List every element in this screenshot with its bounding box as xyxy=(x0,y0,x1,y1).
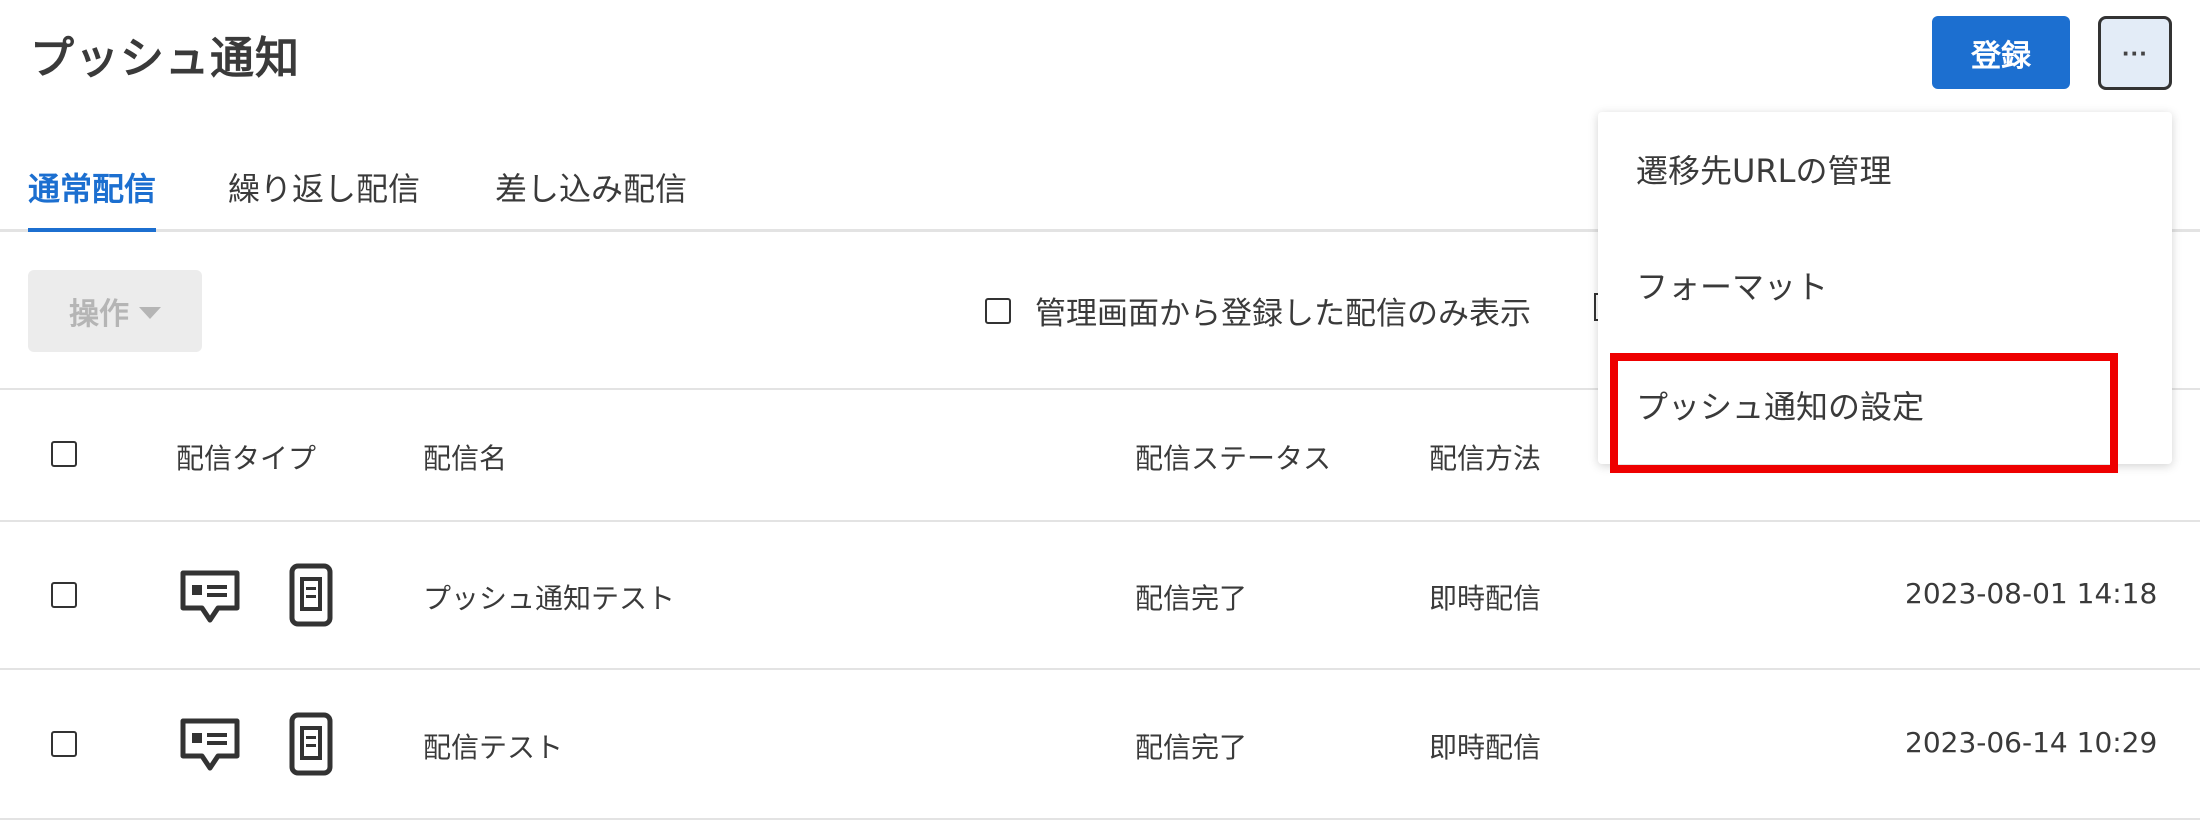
row-checkbox[interactable] xyxy=(51,731,77,757)
divider xyxy=(0,818,2200,820)
more-menu-button[interactable]: ··· xyxy=(2098,16,2172,90)
operations-label: 操作 xyxy=(69,297,129,332)
admin-only-checkbox[interactable] xyxy=(985,297,1011,324)
divider xyxy=(0,520,2200,522)
row-delivery-method: 即時配信 xyxy=(1429,731,1542,764)
menu-item-url-management[interactable]: 遷移先URLの管理 xyxy=(1636,146,1892,192)
tab-repeat-delivery[interactable]: 繰り返し配信 xyxy=(228,164,420,232)
divider xyxy=(0,668,2200,670)
row-delivery-datetime: 2023-08-01 14:18 xyxy=(1905,577,2158,610)
mobile-icon xyxy=(289,712,333,776)
header-delivery-method: 配信方法 xyxy=(1429,442,1542,475)
register-button[interactable]: 登録 xyxy=(1932,16,2070,89)
mobile-icon xyxy=(289,563,333,627)
row-delivery-name[interactable]: プッシュ通知テスト xyxy=(423,577,675,617)
admin-only-filter: 管理画面から登録した配信のみ表示 xyxy=(985,288,1531,333)
more-dropdown-menu: 遷移先URLの管理 フォーマット プッシュ通知の設定 xyxy=(1598,112,2172,464)
header-delivery-type: 配信タイプ xyxy=(176,442,317,475)
message-icon xyxy=(180,718,240,771)
caret-down-icon xyxy=(139,307,161,319)
row-checkbox[interactable] xyxy=(51,582,77,608)
header-delivery-name: 配信名 xyxy=(423,442,508,475)
tab-merge-delivery[interactable]: 差し込み配信 xyxy=(495,164,687,232)
header-delivery-status: 配信ステータス xyxy=(1135,442,1332,475)
menu-item-format[interactable]: フォーマット xyxy=(1636,262,1828,308)
select-all-checkbox[interactable] xyxy=(51,441,77,467)
row-delivery-name[interactable]: 配信テスト xyxy=(423,726,563,766)
tab-normal-delivery[interactable]: 通常配信 xyxy=(28,164,157,232)
page-title: プッシュ通知 xyxy=(30,33,300,84)
admin-only-label: 管理画面から登録した配信のみ表示 xyxy=(1035,296,1531,332)
operations-dropdown-button[interactable]: 操作 xyxy=(28,270,202,352)
menu-item-push-settings[interactable]: プッシュ通知の設定 xyxy=(1636,382,1924,428)
row-delivery-method: 即時配信 xyxy=(1429,582,1542,615)
row-delivery-datetime: 2023-06-14 10:29 xyxy=(1905,726,2158,759)
row-delivery-status: 配信完了 xyxy=(1135,731,1248,764)
page: プッシュ通知 登録 ··· 通常配信 繰り返し配信 差し込み配信 操作 管理画面… xyxy=(0,0,2200,827)
message-icon xyxy=(180,570,240,623)
row-delivery-status: 配信完了 xyxy=(1135,582,1248,615)
